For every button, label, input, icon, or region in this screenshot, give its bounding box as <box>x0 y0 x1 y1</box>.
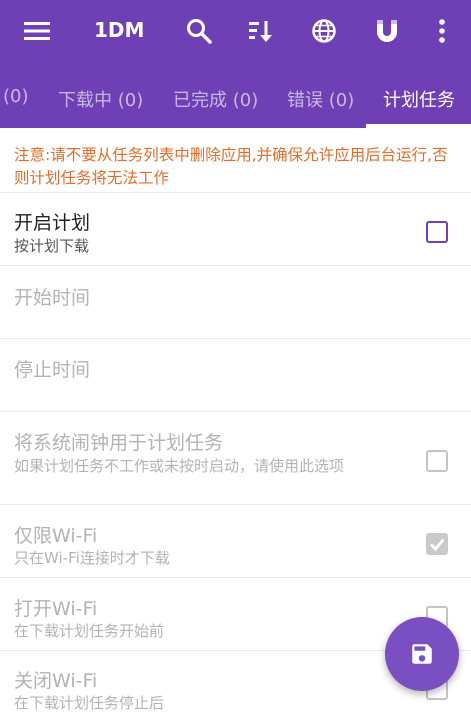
more-vert-icon[interactable] <box>424 13 460 49</box>
setting-title: 关闭Wi-Fi <box>14 670 98 692</box>
sort-icon[interactable] <box>242 13 278 49</box>
warning-notice: 注意:请不要从任务列表中删除应用,并确保允许应用后台运行,否则计划任务将无法工作 <box>14 146 448 187</box>
wifi-only-checkbox[interactable] <box>426 533 448 555</box>
setting-system-alarm[interactable]: 将系统闹钟用于计划任务 如果计划任务不工作或未按时启动，请使用此选项 <box>0 411 471 504</box>
setting-subtitle: 在下载计划任务开始前 <box>14 622 165 640</box>
save-button[interactable] <box>385 617 459 691</box>
setting-enable-schedule[interactable]: 开启计划 按计划下载 <box>0 192 471 265</box>
setting-title: 将系统闹钟用于计划任务 <box>14 432 224 454</box>
setting-stop-time[interactable]: 停止时间 <box>0 338 471 411</box>
app-title: 1DM <box>94 18 145 42</box>
setting-subtitle: 如果计划任务不工作或未按时启动，请使用此选项 <box>14 457 345 475</box>
setting-subtitle: 在下载计划任务停止后 <box>14 694 165 712</box>
setting-wifi-only[interactable]: 仅限Wi-Fi 只在Wi-Fi连接时才下载 <box>0 504 471 577</box>
setting-subtitle: 只在Wi-Fi连接时才下载 <box>14 549 170 567</box>
tab-all[interactable]: (0) <box>3 86 29 107</box>
setting-title: 开启计划 <box>14 212 91 234</box>
search-icon[interactable] <box>181 13 217 49</box>
check-icon <box>430 538 445 552</box>
setting-title: 停止时间 <box>14 359 91 381</box>
setting-title: 打开Wi-Fi <box>14 598 98 620</box>
setting-title: 开始时间 <box>14 287 91 309</box>
enable-schedule-checkbox[interactable] <box>426 221 448 243</box>
browser-globe-icon[interactable] <box>306 13 342 49</box>
toolbar: 1DM <box>0 0 471 62</box>
setting-title: 仅限Wi-Fi <box>14 525 98 547</box>
system-alarm-checkbox[interactable] <box>426 450 448 472</box>
save-icon <box>412 644 432 664</box>
app-bar: 1DM (0) 下载中 (0) 已完成 (0) 错误 (0) 计划任务 <box>0 0 471 128</box>
setting-start-time[interactable]: 开始时间 <box>0 265 471 338</box>
magnet-icon[interactable] <box>369 13 405 49</box>
tab-completed[interactable]: 已完成 (0) <box>173 86 258 112</box>
tab-bar: (0) 下载中 (0) 已完成 (0) 错误 (0) 计划任务 <box>0 70 471 128</box>
menu-icon[interactable] <box>19 13 55 49</box>
tab-errors[interactable]: 错误 (0) <box>287 86 354 112</box>
tab-downloading[interactable]: 下载中 (0) <box>58 86 143 112</box>
tab-scheduled[interactable]: 计划任务 <box>383 86 455 112</box>
setting-subtitle: 按计划下载 <box>14 237 90 255</box>
